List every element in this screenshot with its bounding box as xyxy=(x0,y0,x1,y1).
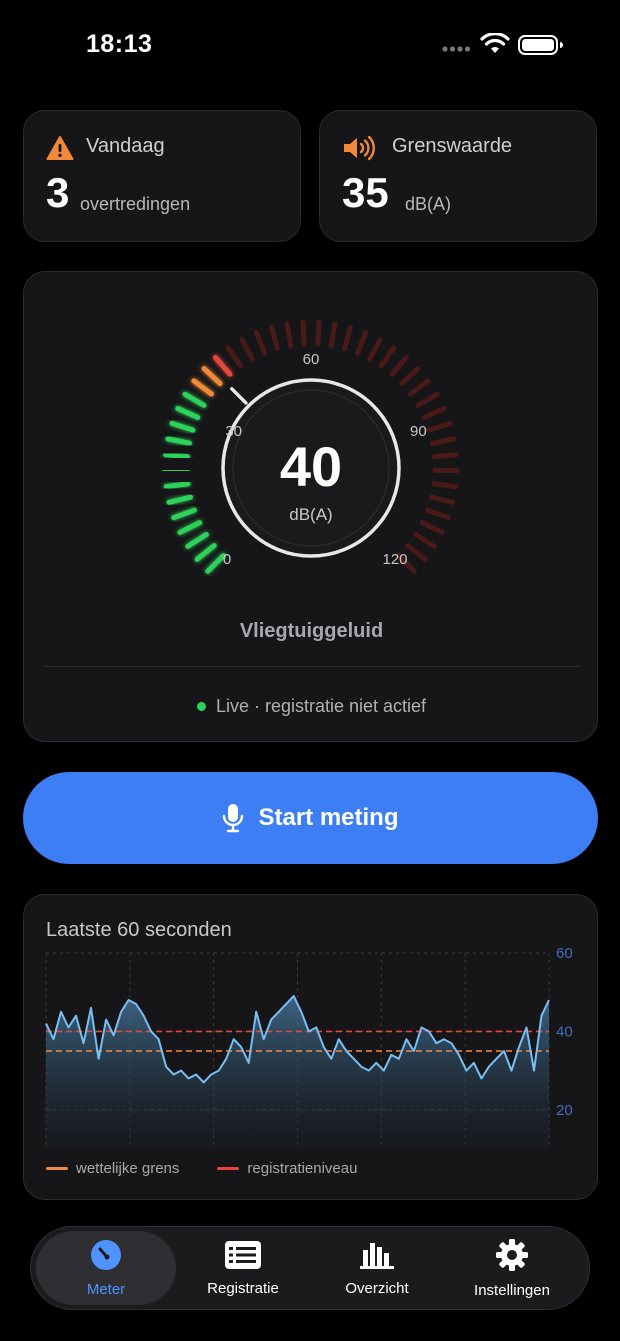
legend-legal: wettelijke grens xyxy=(76,1160,180,1177)
gauge-tick xyxy=(163,481,191,490)
y-tick-label: 20 xyxy=(556,1102,573,1119)
history-chart-card: Laatste 60 seconden 60 40 20 wettelijke gr… xyxy=(23,894,598,1200)
gauge-tick xyxy=(191,378,214,397)
legend-registration: registratieniveau xyxy=(247,1160,358,1177)
gauge-tick xyxy=(431,481,459,490)
gauge-tick xyxy=(194,543,217,562)
gauge-tick xyxy=(399,366,421,387)
signal-icon xyxy=(441,41,471,59)
gauge-tick xyxy=(431,452,459,460)
live-status: Live · registratie niet actief xyxy=(215,696,427,716)
gauge-tick xyxy=(354,330,369,356)
gauge-tick xyxy=(185,532,209,549)
today-card: Vandaag 3 overtredingen xyxy=(23,110,301,242)
gauge-tick xyxy=(328,321,338,349)
gauge-tick xyxy=(430,436,457,446)
today-title: Vandaag xyxy=(86,135,165,157)
start-measurement-label: Start meting xyxy=(258,804,399,831)
tab-meter[interactable]: Meter xyxy=(36,1231,176,1305)
gauge-tick xyxy=(239,336,255,362)
wifi-icon xyxy=(480,32,510,60)
meter-card: 30 60 90 0 120 40 dB(A) Vliegtuiggeluid … xyxy=(23,271,598,742)
gauge-tick xyxy=(201,366,223,387)
tab-overzicht-label: Overzicht xyxy=(345,1279,409,1297)
gauge-tick xyxy=(405,543,428,562)
gauge-needle xyxy=(230,387,248,405)
gauge-tick xyxy=(163,452,191,460)
limit-title: Grenswaarde xyxy=(392,135,513,157)
chart-area xyxy=(46,996,549,1149)
gauge-tick xyxy=(413,532,437,549)
today-value: 3 xyxy=(46,169,70,216)
gauge-tick xyxy=(408,378,431,397)
gauge-tick xyxy=(415,391,440,408)
speaker-icon xyxy=(342,135,378,166)
gauge-tick xyxy=(213,355,233,377)
gauge-tick xyxy=(378,345,397,369)
gauge-tick xyxy=(315,319,322,347)
divider xyxy=(43,666,579,667)
gauge-tick xyxy=(182,391,207,408)
gear-icon xyxy=(495,1238,529,1276)
limit-unit: dB(A) xyxy=(405,194,452,214)
bar-chart-icon xyxy=(359,1240,395,1274)
noise-history-chart: 60 40 20 xyxy=(45,945,573,1149)
gauge-tick xyxy=(171,507,197,521)
gauge-tick xyxy=(429,494,456,505)
live-indicator-dot xyxy=(196,702,206,711)
gauge-icon xyxy=(90,1239,122,1275)
gauge-tick xyxy=(300,319,307,347)
gauge-tick xyxy=(225,345,244,369)
tab-overzicht[interactable]: Overzicht xyxy=(307,1231,447,1305)
tab-bar: Meter Registratie Overzicht Instellingen xyxy=(30,1226,590,1310)
today-unit: overtredingen xyxy=(80,194,191,214)
warning-icon xyxy=(46,135,74,166)
tab-instellingen-label: Instellingen xyxy=(474,1281,550,1299)
meter-unit: dB(A) xyxy=(289,505,332,524)
sound-gauge: 30 60 90 0 120 40 dB(A) xyxy=(162,319,460,574)
limit-card: Grenswaarde 35 dB(A) xyxy=(319,110,597,242)
gauge-tick xyxy=(165,436,192,446)
gauge-tick xyxy=(268,324,280,352)
tab-registratie[interactable]: Registratie xyxy=(173,1231,313,1305)
gauge-tick xyxy=(421,405,447,420)
gauge-tick xyxy=(425,507,451,521)
battery-icon xyxy=(518,35,564,60)
gauge-tick xyxy=(175,405,201,420)
list-icon xyxy=(224,1240,262,1274)
scale-label-0: 0 xyxy=(223,551,231,568)
tab-registratie-label: Registratie xyxy=(207,1279,279,1297)
y-tick-label: 40 xyxy=(556,1023,573,1040)
microphone-icon xyxy=(222,803,244,833)
tab-instellingen[interactable]: Instellingen xyxy=(442,1231,582,1305)
gauge-tick xyxy=(419,520,445,535)
start-measurement-button[interactable]: Start meting xyxy=(23,772,598,864)
status-time: 18:13 xyxy=(86,30,153,58)
gauge-tick xyxy=(342,324,354,352)
gauge-tick xyxy=(177,520,203,535)
scale-label-60: 60 xyxy=(303,351,320,368)
gauge-tick xyxy=(426,420,453,433)
scale-label-30: 30 xyxy=(225,423,242,440)
scale-label-90: 90 xyxy=(410,423,427,440)
meter-value: 40 xyxy=(280,435,342,498)
tab-meter-label: Meter xyxy=(86,1280,126,1298)
gauge-tick xyxy=(389,355,409,377)
limit-value: 35 xyxy=(342,169,389,216)
gauge-tick xyxy=(253,330,268,356)
legend-swatch-registration xyxy=(217,1167,240,1170)
gauge-tick xyxy=(166,494,193,505)
legend-swatch-legal xyxy=(46,1167,68,1170)
scale-label-120: 120 xyxy=(382,551,407,568)
gauge-tick xyxy=(284,321,294,349)
y-tick-label: 60 xyxy=(556,945,573,962)
gauge-tick xyxy=(367,336,383,362)
gauge-tick xyxy=(169,420,196,433)
gauge-tick xyxy=(205,553,226,574)
noise-source-label: Vliegtuiggeluid xyxy=(239,620,384,642)
